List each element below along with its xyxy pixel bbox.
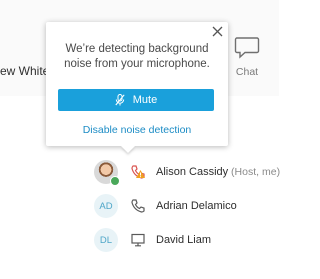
participant-name-text: Alison Cassidy bbox=[156, 166, 229, 178]
chat-button[interactable]: Chat bbox=[232, 36, 262, 80]
chat-label: Chat bbox=[235, 66, 259, 78]
monitor-icon bbox=[131, 233, 145, 247]
meeting-window: ew White Chat We’re detecting background… bbox=[0, 0, 280, 279]
mute-button[interactable]: Mute bbox=[58, 89, 214, 111]
phone-icon bbox=[131, 199, 145, 213]
participant-row[interactable]: Alison Cassidy (Host, me) bbox=[0, 160, 280, 190]
disable-noise-detection-link[interactable]: Disable noise detection bbox=[46, 124, 228, 136]
popup-pointer bbox=[121, 146, 135, 153]
participant-name: David Liam bbox=[156, 234, 212, 246]
participant-name: Adrian Delamico bbox=[156, 200, 237, 212]
chat-bubble-icon bbox=[234, 37, 260, 59]
microphone-muted-icon bbox=[115, 94, 125, 106]
close-icon[interactable] bbox=[212, 26, 223, 37]
participant-row[interactable]: DL David Liam bbox=[0, 228, 279, 258]
avatar: DL bbox=[94, 228, 118, 252]
presence-badge bbox=[110, 176, 120, 186]
avatar: AD bbox=[94, 194, 118, 218]
new-whiteboard-label[interactable]: ew White bbox=[0, 64, 49, 78]
noise-warning-message: We’re detecting background noise from yo… bbox=[64, 43, 210, 70]
participant-row[interactable]: AD Adrian Delamico bbox=[0, 194, 279, 224]
mute-label: Mute bbox=[132, 94, 158, 106]
noise-detection-popup: We’re detecting background noise from yo… bbox=[46, 22, 228, 146]
warning-icon bbox=[136, 170, 145, 178]
participant-role: (Host, me) bbox=[228, 166, 281, 178]
participant-name: Alison Cassidy (Host, me) bbox=[156, 166, 280, 178]
